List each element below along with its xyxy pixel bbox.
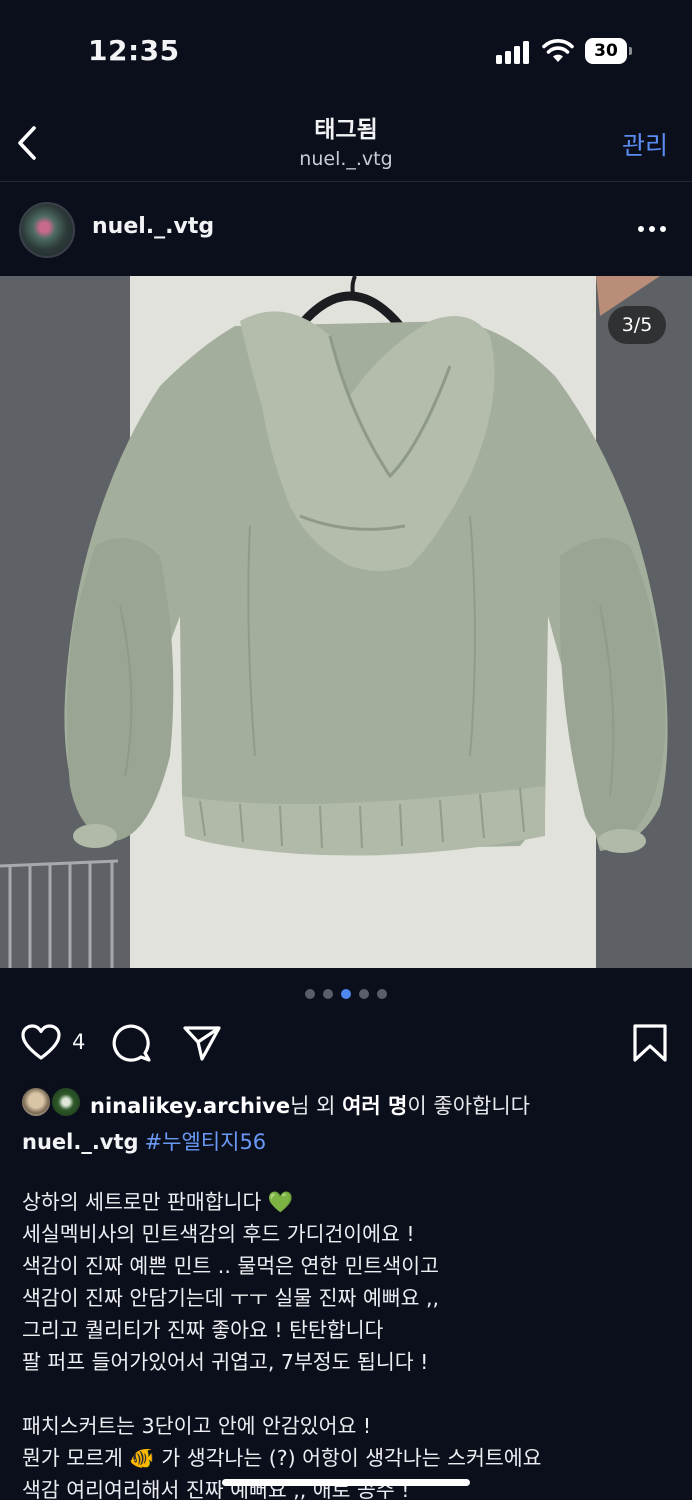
liked-by-text-part: 이 좋아합니다 — [407, 1094, 530, 1118]
carousel-dot — [323, 989, 333, 999]
status-bar: 12:35 30 — [0, 0, 692, 100]
status-time: 12:35 — [88, 34, 180, 67]
caption-line: 세실멕비사의 민트색감의 후드 가디건이에요 ! — [22, 1222, 415, 1246]
caption-header: nuel._.vtg #누엘티지56 — [22, 1126, 266, 1156]
caption-line: 패치스커트는 3단이고 안에 안감있어요 ! — [22, 1414, 372, 1438]
carousel-dot — [305, 989, 315, 999]
caption-line: 색감이 진짜 예쁜 민트 .. 물먹은 연한 민트색이고 — [22, 1254, 439, 1278]
battery-level: 30 — [585, 38, 627, 64]
image-counter-badge: 3/5 — [608, 306, 666, 344]
share-icon[interactable] — [182, 1023, 222, 1063]
carousel-dots — [305, 989, 389, 1001]
avatar — [50, 1086, 82, 1118]
battery-icon: 30 — [585, 38, 632, 64]
caption-line: 색감이 진짜 안담기는데 ㅜㅜ 실물 진짜 예뻐요 ,, — [22, 1286, 439, 1310]
post-username[interactable]: nuel._.vtg — [92, 214, 214, 239]
cellular-signal-icon — [496, 40, 532, 64]
liked-by-user[interactable]: ninalikey.archive — [90, 1094, 290, 1118]
caption-body: 상하의 세트로만 판매합니다 💚 세실멕비사의 민트색감의 후드 가디건이에요 … — [22, 1186, 672, 1500]
more-options-icon[interactable] — [638, 226, 666, 234]
caption-line: 그리고 퀄리티가 진짜 좋아요 ! 탄탄합니다 — [22, 1318, 384, 1342]
liked-by-avatars — [20, 1086, 84, 1118]
liked-by-row[interactable]: ninalikey.archive님 외 여러 명이 좋아합니다 — [20, 1084, 680, 1120]
avatar[interactable] — [19, 202, 75, 258]
caption-line — [22, 1378, 672, 1410]
heart-icon[interactable] — [21, 1023, 61, 1063]
caption-line: 색감 여리여리해서 진짜 예뻐요 ,, 애로 공주 ! — [22, 1478, 410, 1500]
liked-by-text: ninalikey.archive님 외 여러 명이 좋아합니다 — [90, 1090, 530, 1120]
nav-header: 태그됨 nuel._.vtg 관리 — [0, 100, 692, 182]
carousel-dot — [359, 989, 369, 999]
liked-by-text-part: 님 외 — [290, 1094, 343, 1118]
like-count[interactable]: 4 — [72, 1030, 85, 1054]
carousel-dot — [341, 989, 351, 999]
wifi-icon — [542, 39, 574, 62]
post-photo[interactable]: 3/5 — [0, 276, 692, 968]
caption-line: 팔 퍼프 들어가있어서 귀엽고, 7부정도 됩니다 ! — [22, 1350, 429, 1374]
liked-by-others[interactable]: 여러 명 — [342, 1094, 407, 1118]
jacket-photo-illustration — [0, 276, 692, 968]
action-bar: 4 — [0, 1018, 692, 1068]
caption-line: 뭔가 모르게 🐠 가 생각나는 (?) 어항이 생각나는 스커트에요 — [22, 1446, 542, 1470]
caption-hashtag[interactable]: #누엘티지56 — [145, 1130, 267, 1154]
post-header: nuel._.vtg — [0, 183, 692, 275]
manage-button[interactable]: 관리 — [622, 126, 668, 162]
nav-subtitle: nuel._.vtg — [299, 148, 393, 170]
comment-icon[interactable] — [112, 1023, 152, 1063]
caption-username[interactable]: nuel._.vtg — [22, 1130, 139, 1154]
caption-line: 상하의 세트로만 판매합니다 💚 — [22, 1190, 294, 1214]
home-indicator[interactable] — [222, 1479, 470, 1486]
nav-title: 태그됨 — [314, 117, 378, 143]
carousel-dot — [377, 989, 387, 999]
instagram-tagged-post-screen: 12:35 30 태그됨 nuel._.vtg 관리 nuel._.vtg 3/… — [0, 0, 692, 1500]
bookmark-icon[interactable] — [630, 1023, 670, 1063]
avatar — [20, 1086, 52, 1118]
